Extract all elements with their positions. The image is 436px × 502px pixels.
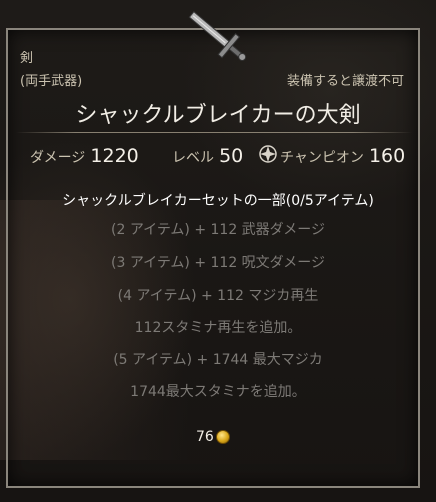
title-divider	[16, 132, 412, 133]
greatsword-icon	[188, 11, 247, 61]
champion-value: 160	[368, 145, 406, 167]
set-bonus: 1744最大スタミナを追加。	[130, 384, 306, 400]
item-name: シャックルブレイカーの大剣	[75, 103, 361, 128]
champion-stat: チャンピオン 160	[280, 145, 405, 167]
champion-icon	[259, 145, 277, 163]
level-value: 50	[219, 145, 244, 167]
set-title: シャックルブレイカーセットの一部(0/5アイテム)	[62, 193, 374, 209]
item-tooltip: 剣 (両手武器) 装備すると譲渡不可 シャックルブレイカーの大剣 ダメージ 12…	[0, 0, 436, 502]
level-stat: レベル 50	[172, 145, 243, 167]
bind-status: 装備すると譲渡不可	[286, 74, 404, 89]
champion-label: チャンピオン	[280, 150, 364, 166]
damage-stat: ダメージ 1220	[30, 145, 139, 167]
set-bonus: (2 アイテム) + 112 武器ダメージ	[111, 222, 325, 238]
weapon-type: (両手武器)	[20, 74, 83, 89]
item-category: 剣	[20, 51, 34, 66]
level-label: レベル	[172, 150, 214, 166]
set-bonus: 112スタミナ再生を追加。	[134, 320, 302, 336]
damage-value: 1220	[90, 145, 139, 167]
damage-label: ダメージ	[30, 150, 86, 166]
gold-value: 76	[196, 429, 214, 445]
set-bonus: (5 アイテム) + 1744 最大マジカ	[113, 352, 323, 368]
set-bonus: (3 アイテム) + 112 呪文ダメージ	[111, 255, 325, 271]
set-bonus: (4 アイテム) + 112 マジカ再生	[117, 288, 319, 304]
gold-coin-icon	[216, 430, 230, 444]
